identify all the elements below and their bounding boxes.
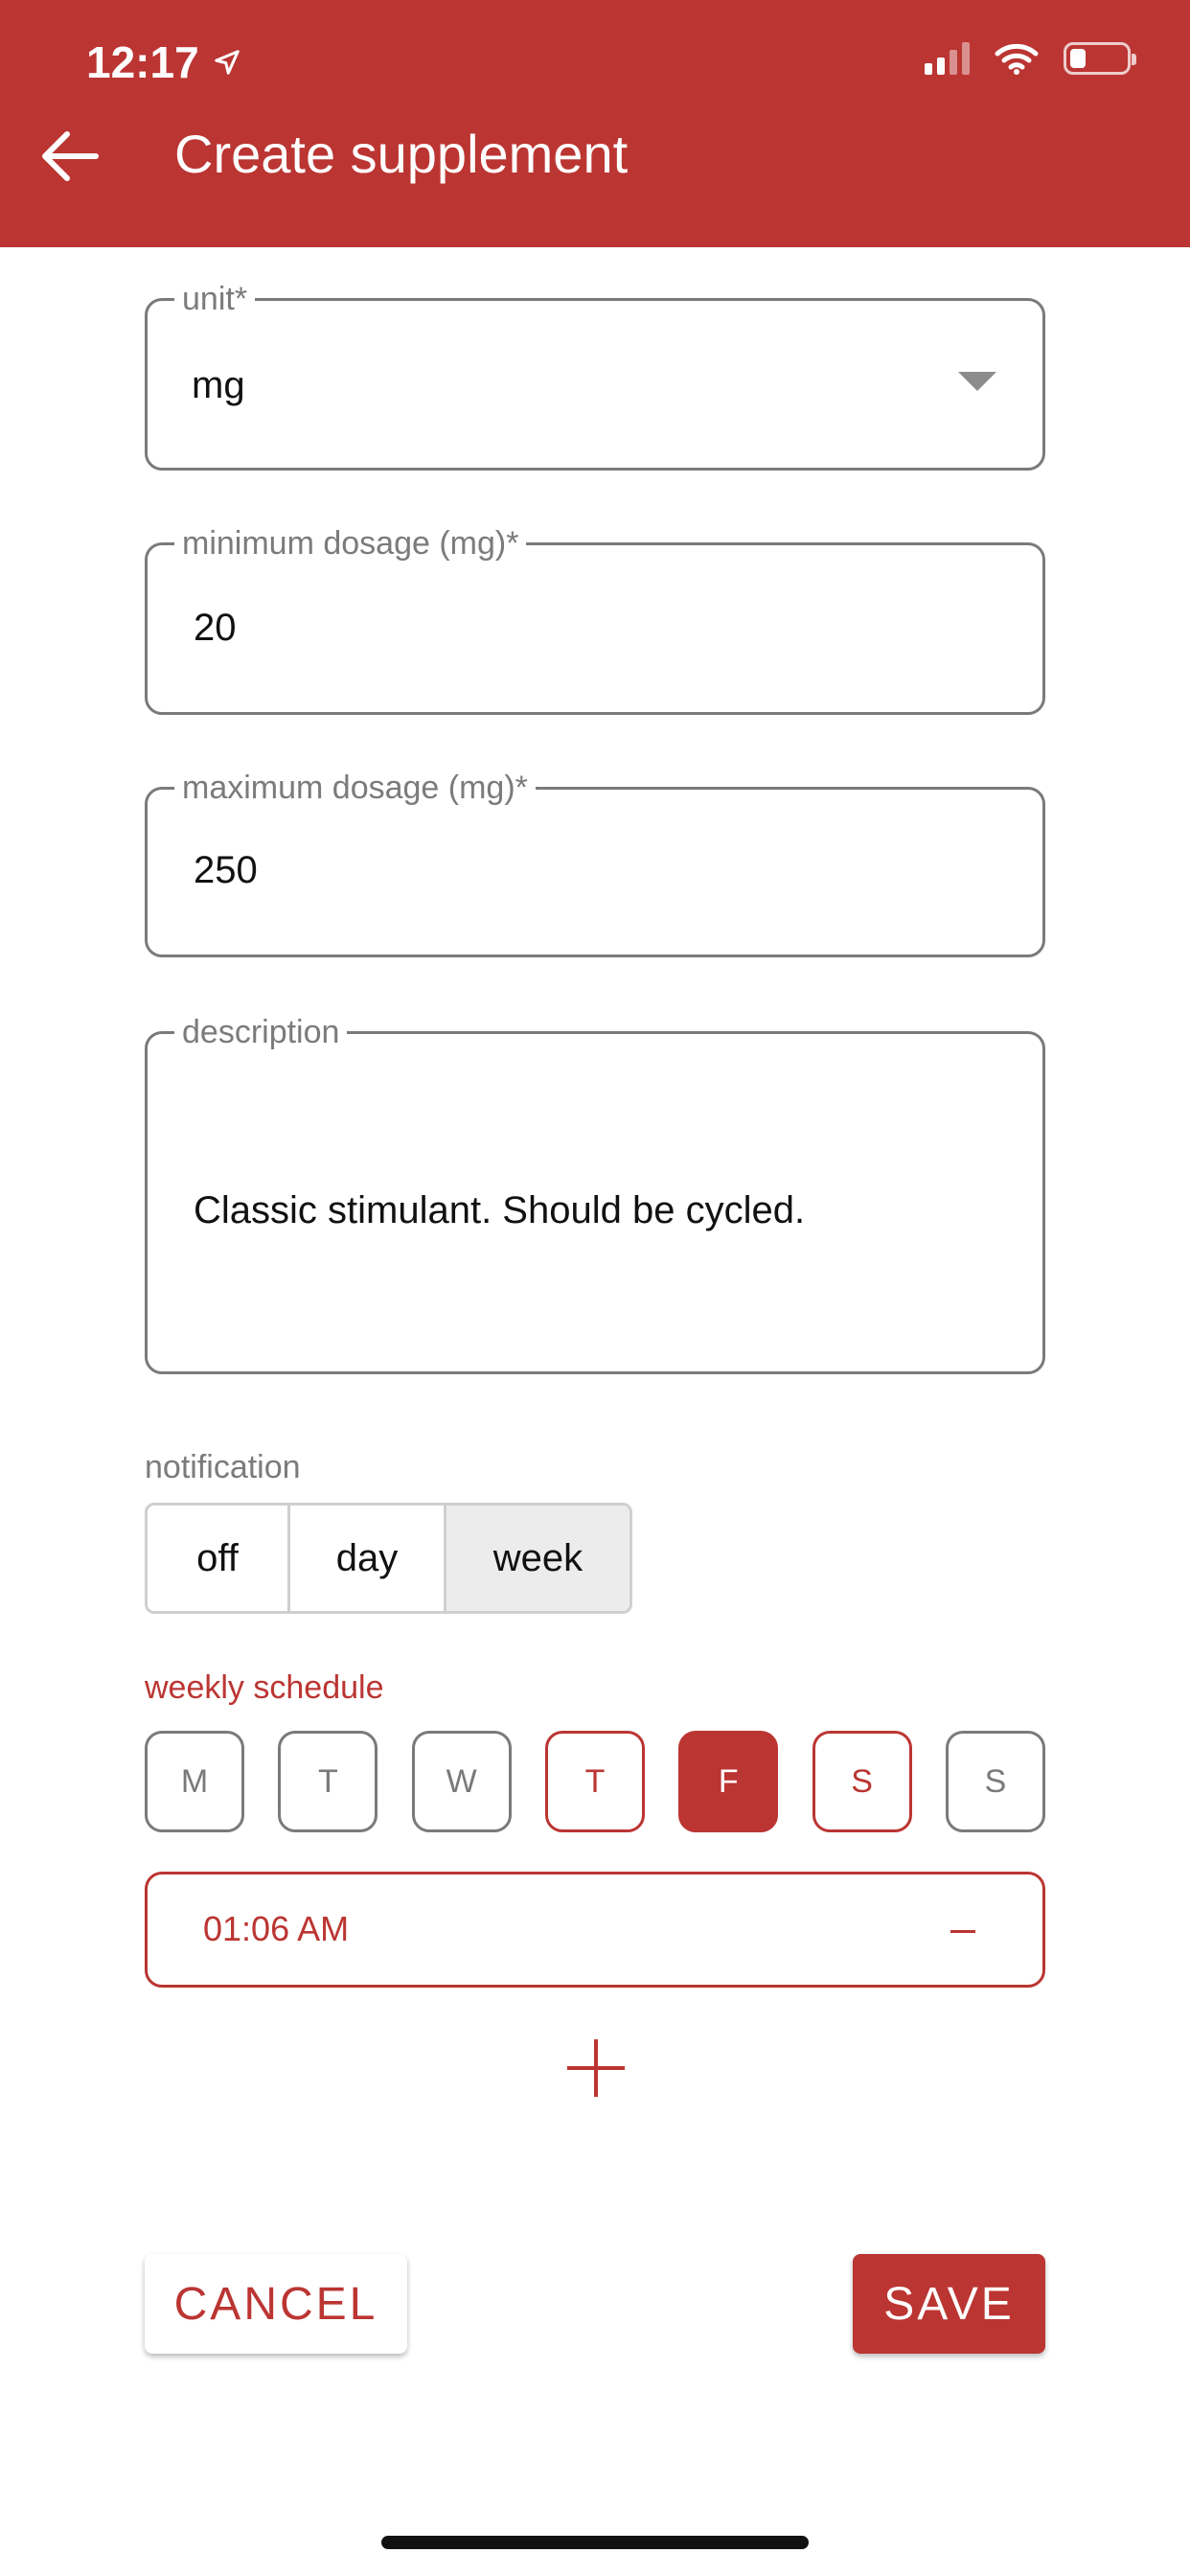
day-saturday[interactable]: S — [812, 1731, 912, 1832]
unit-label: unit* — [174, 280, 256, 318]
minimum-dosage-value: 20 — [194, 607, 237, 649]
status-time: 12:17 — [86, 36, 241, 88]
battery-icon — [1064, 42, 1136, 75]
caret-down-icon — [958, 372, 996, 391]
day-monday[interactable]: M — [145, 1731, 244, 1832]
status-time-text: 12:17 — [86, 37, 199, 87]
day-sunday[interactable]: S — [945, 1731, 1045, 1832]
day-thursday[interactable]: T — [544, 1731, 645, 1832]
notification-toggle: off day week — [145, 1503, 632, 1614]
day-friday[interactable]: F — [678, 1731, 779, 1832]
app-bar: 12:17 Create supplement — [0, 0, 1190, 247]
maximum-dosage-field[interactable]: maximum dosage (mg)* 250 — [145, 769, 1045, 957]
remove-time-icon[interactable] — [950, 1930, 975, 1933]
page-title: Create supplement — [174, 124, 629, 184]
minimum-dosage-label: minimum dosage (mg)* — [174, 524, 527, 563]
unit-value: mg — [192, 364, 245, 406]
cancel-button[interactable]: CANCEL — [145, 2254, 407, 2354]
weekly-schedule-label: weekly schedule — [145, 1669, 384, 1706]
description-label: description — [174, 1013, 348, 1051]
schedule-time-row[interactable]: 01:06 AM — [145, 1872, 1045, 1988]
arrow-left-icon — [42, 131, 99, 181]
add-time-icon[interactable] — [565, 2037, 627, 2099]
notification-option-week[interactable]: week — [444, 1506, 629, 1611]
notification-option-off[interactable]: off — [148, 1506, 287, 1611]
weekday-selector: M T W T F S S — [145, 1731, 1045, 1832]
minimum-dosage-field[interactable]: minimum dosage (mg)* 20 — [145, 524, 1045, 715]
wifi-icon — [995, 43, 1039, 75]
description-field[interactable]: description Classic stimulant. Should be… — [145, 1013, 1045, 1374]
notification-option-day[interactable]: day — [287, 1506, 444, 1611]
schedule-time[interactable]: 01:06 AM — [203, 1909, 349, 1949]
status-icons — [925, 42, 1136, 75]
maximum-dosage-value: 250 — [194, 849, 258, 891]
home-indicator — [381, 2536, 809, 2549]
back-button[interactable] — [36, 123, 103, 190]
notification-label: notification — [145, 1449, 301, 1485]
unit-select[interactable]: unit* mg — [145, 280, 1045, 471]
day-tuesday[interactable]: T — [278, 1731, 378, 1832]
location-arrow-icon — [214, 50, 240, 75]
description-value: Classic stimulant. Should be cycled. — [194, 1189, 806, 1231]
save-button[interactable]: SAVE — [853, 2254, 1045, 2354]
day-wednesday[interactable]: W — [411, 1731, 512, 1832]
maximum-dosage-label: maximum dosage (mg)* — [174, 769, 536, 807]
cellular-signal-icon — [925, 42, 970, 75]
